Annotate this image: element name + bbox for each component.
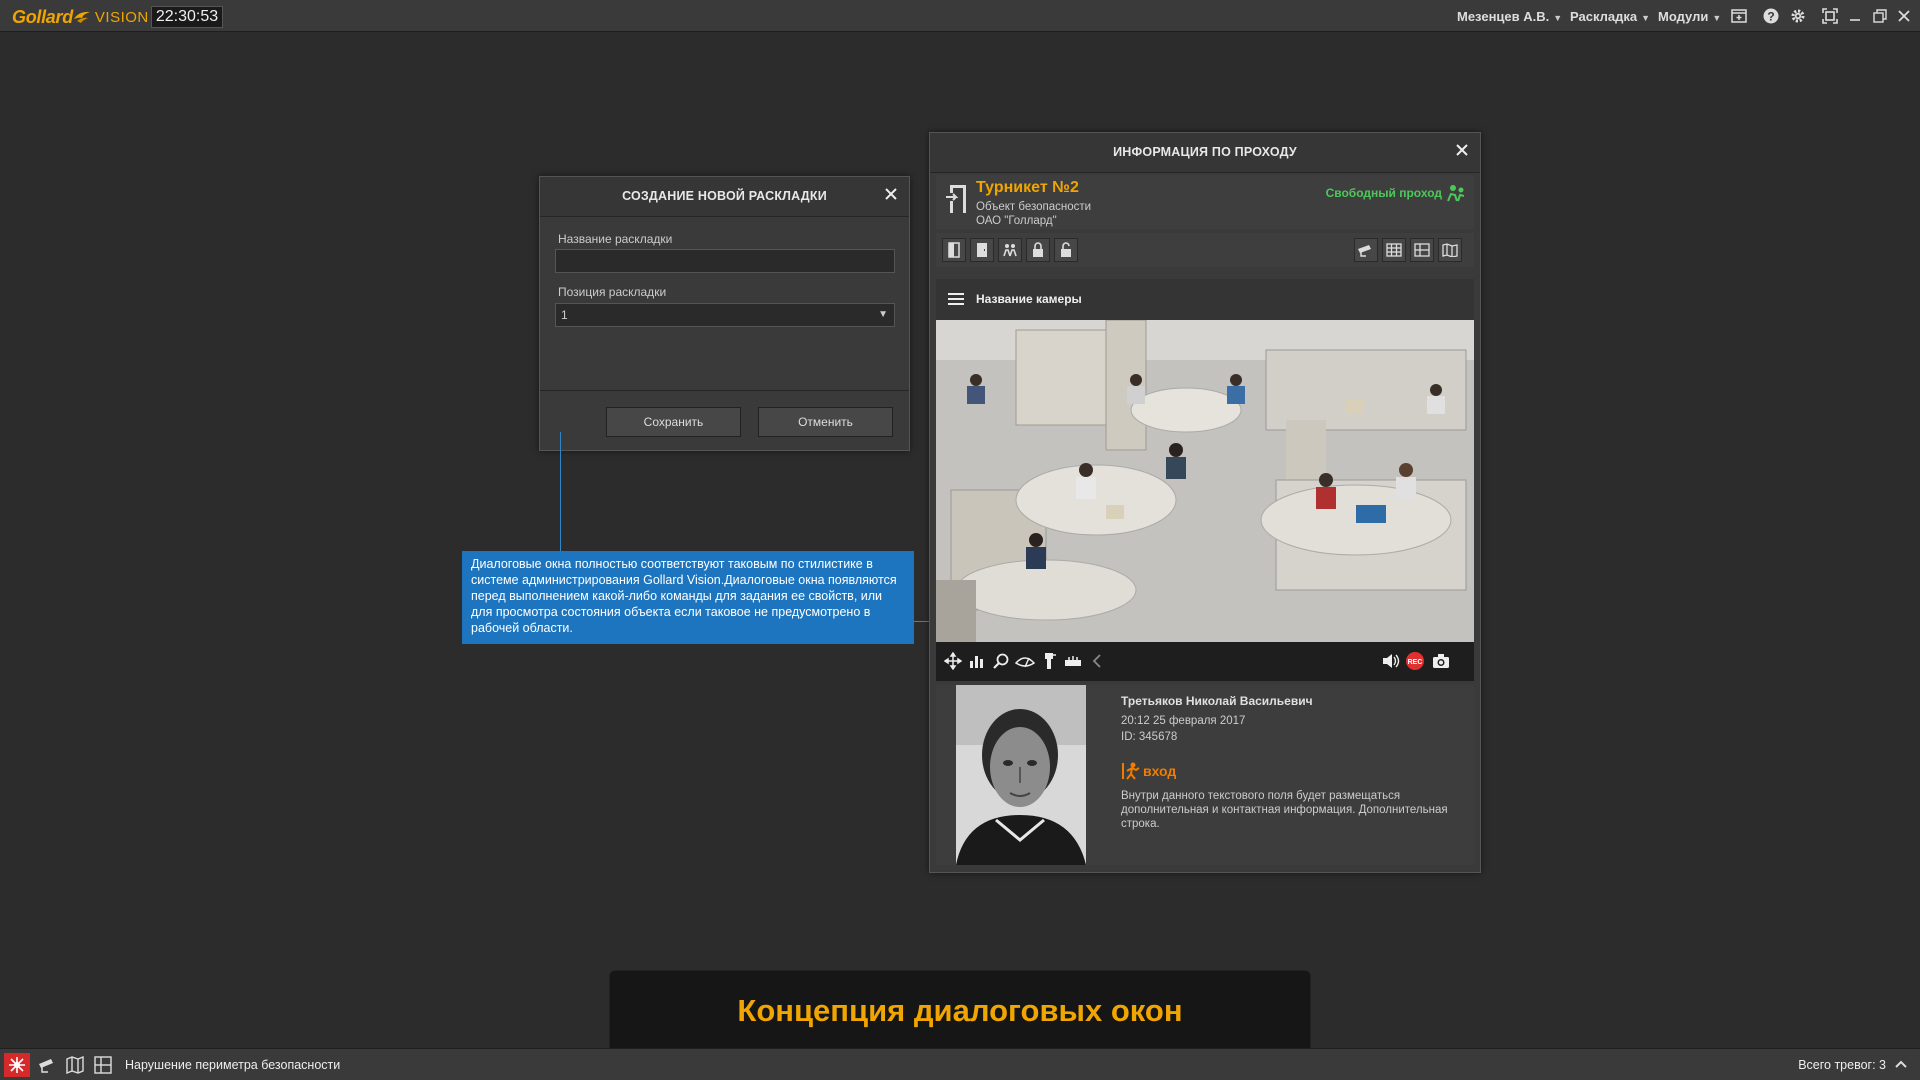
- layout-name-label: Название раскладки: [558, 232, 673, 246]
- status-bar: Нарушение периметра безопасности Всего т…: [0, 1048, 1920, 1080]
- caption-text: Концепция диалоговых окон: [737, 993, 1183, 1028]
- chevron-up-icon[interactable]: [1894, 1057, 1908, 1071]
- logo-brand: Gollard: [12, 6, 73, 27]
- minimize-icon[interactable]: [1846, 7, 1864, 25]
- new-layout-dialog: СОЗДАНИЕ НОВОЙ РАСКЛАДКИ Название раскла…: [539, 176, 910, 451]
- user-menu-label: Мезенцев А.В.: [1457, 9, 1550, 24]
- person-info-text: Внутри данного текстового поля будет раз…: [1121, 790, 1448, 830]
- layout-position-value: 1: [561, 308, 568, 322]
- person-card: Третьяков Николай Васильевич 20:12 25 фе…: [936, 685, 1474, 865]
- door-closed-icon[interactable]: [970, 238, 994, 262]
- slide-caption: Концепция диалоговых окон: [609, 970, 1311, 1058]
- plan-icon[interactable]: [94, 1056, 112, 1074]
- dialog-header: СОЗДАНИЕ НОВОЙ РАСКЛАДКИ: [540, 177, 909, 217]
- passage-info-dialog: ИНФОРМАЦИЯ ПО ПРОХОДУ Турникет №2 Объект…: [929, 132, 1481, 873]
- camera-icon[interactable]: [1354, 238, 1378, 262]
- chevron-down-icon: ▼: [1553, 13, 1563, 23]
- entry-icon: [1122, 762, 1140, 780]
- camera-header: Название камеры: [936, 279, 1474, 320]
- dialog-title: ИНФОРМАЦИЯ ПО ПРОХОДУ: [1113, 145, 1297, 159]
- plan-icon[interactable]: [1410, 238, 1434, 262]
- save-button[interactable]: Сохранить: [606, 407, 741, 437]
- person-id: ID: 345678: [1121, 731, 1178, 743]
- logo-suffix: VISION: [94, 8, 149, 26]
- status-badge: Свободный проход: [1325, 186, 1442, 200]
- top-bar: Gollard VISION 22:30:53 Мезенцев А.В. ▼ Р…: [0, 0, 1920, 32]
- restore-icon[interactable]: [1871, 7, 1889, 25]
- fullscreen-icon[interactable]: [1821, 7, 1839, 25]
- logo: Gollard VISION: [12, 6, 149, 28]
- unlock-icon[interactable]: [1054, 238, 1078, 262]
- svg-text:REC: REC: [1408, 659, 1423, 666]
- svg-text:?: ?: [1767, 10, 1774, 24]
- ptz-move-icon[interactable]: [942, 650, 964, 672]
- object-owner: ОАО "Голлард": [976, 215, 1057, 227]
- person-timestamp: 20:12 25 февраля 2017: [1121, 715, 1246, 727]
- grid-layout-icon[interactable]: [1382, 238, 1406, 262]
- map-icon[interactable]: [66, 1056, 84, 1074]
- menu-icon[interactable]: [948, 292, 964, 306]
- cancel-button[interactable]: Отменить: [758, 407, 893, 437]
- layout-position-label: Позиция раскладки: [558, 285, 667, 299]
- close-icon[interactable]: [1456, 143, 1468, 161]
- person-photo: [956, 685, 1086, 865]
- camera-feed-image: [936, 320, 1474, 642]
- zoom-icon[interactable]: [990, 650, 1012, 672]
- chevron-down-icon: ▼: [1641, 13, 1651, 23]
- dialog-title: СОЗДАНИЕ НОВОЙ РАСКЛАДКИ: [622, 189, 827, 203]
- turnstile-icon: [946, 185, 966, 213]
- alarm-icon[interactable]: [4, 1053, 30, 1077]
- camera-controls: REC: [936, 642, 1474, 681]
- dialog-header: ИНФОРМАЦИЯ ПО ПРОХОДУ: [930, 133, 1480, 173]
- user-menu[interactable]: Мезенцев А.В. ▼: [1457, 9, 1562, 24]
- object-type: Объект безопасности: [976, 201, 1092, 213]
- gear-icon[interactable]: [1789, 7, 1807, 25]
- chevron-left-icon[interactable]: [1086, 650, 1108, 672]
- modules-menu[interactable]: Модули ▼: [1658, 9, 1721, 24]
- new-window-icon[interactable]: [1730, 7, 1748, 25]
- snapshot-icon[interactable]: [1430, 650, 1452, 672]
- wash-icon[interactable]: [1038, 650, 1060, 672]
- callout-note: Диалоговые окна полностью соответствуют …: [462, 551, 914, 644]
- help-icon[interactable]: ?: [1762, 7, 1780, 25]
- direction-label: вход: [1143, 763, 1177, 779]
- chevron-down-icon: ▼: [878, 309, 888, 320]
- chevron-down-icon: ▼: [1712, 13, 1722, 23]
- door-open-icon[interactable]: [942, 238, 966, 262]
- wiper-icon[interactable]: [1014, 650, 1036, 672]
- map-icon[interactable]: [1438, 238, 1462, 262]
- app-window: Gollard VISION 22:30:53 Мезенцев А.В. ▼ Р…: [0, 0, 1920, 1080]
- stats-icon[interactable]: [966, 650, 988, 672]
- alarm-total: Всего тревог: 3: [1798, 1058, 1886, 1072]
- camera-view: Название камеры REC: [936, 279, 1474, 681]
- object-title: Турникет №2: [976, 179, 1079, 196]
- layout-name-input[interactable]: [555, 249, 895, 273]
- alarm-message[interactable]: Нарушение периметра безопасности: [125, 1058, 340, 1072]
- layout-position-select[interactable]: 1 ▼: [555, 303, 895, 327]
- layout-menu[interactable]: Раскладка ▼: [1570, 9, 1650, 24]
- sound-icon[interactable]: [1380, 650, 1402, 672]
- lock-icon[interactable]: [1026, 238, 1050, 262]
- close-icon[interactable]: [1895, 7, 1913, 25]
- close-icon[interactable]: [885, 187, 897, 205]
- free-pass-icon[interactable]: [998, 238, 1022, 262]
- camera-name: Название камеры: [976, 292, 1082, 306]
- keyboard-icon[interactable]: [1062, 650, 1084, 672]
- layout-menu-label: Раскладка: [1570, 9, 1638, 24]
- object-header: Турникет №2 Объект безопасности ОАО "Гол…: [936, 175, 1474, 229]
- callout-connector: [560, 432, 561, 552]
- record-icon[interactable]: REC: [1404, 650, 1426, 672]
- clock: 22:30:53: [151, 6, 223, 28]
- person-name: Третьяков Николай Васильевич: [1121, 694, 1313, 708]
- people-pass-icon: [1447, 185, 1465, 202]
- modules-menu-label: Модули: [1658, 9, 1709, 24]
- logo-eagle-icon: [73, 11, 90, 23]
- object-toolbar: [936, 233, 1474, 267]
- dialog-footer-divider: [540, 390, 909, 391]
- camera-icon[interactable]: [38, 1056, 56, 1074]
